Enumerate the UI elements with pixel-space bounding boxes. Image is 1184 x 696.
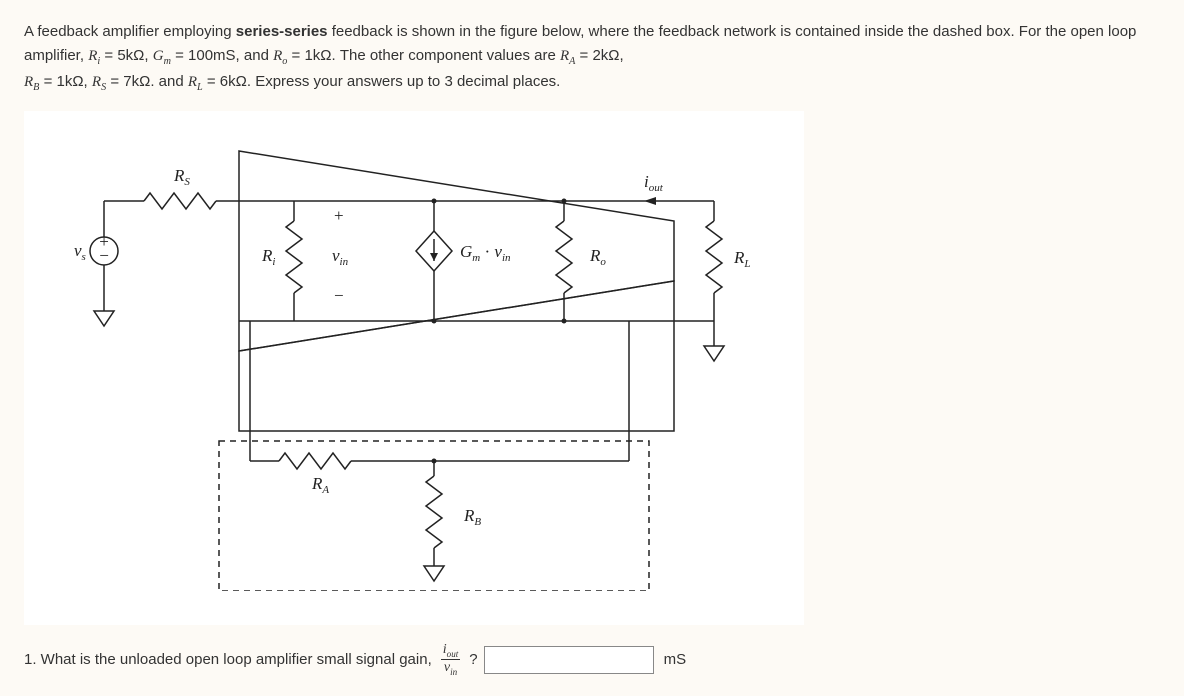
Gm-sym: G: [153, 48, 164, 64]
svg-text:RS: RS: [173, 166, 190, 188]
q1-text: 1. What is the unloaded open loop amplif…: [24, 651, 432, 668]
q1-qmark: ?: [469, 651, 477, 668]
RS-sym: R: [92, 74, 101, 90]
svg-text:−: −: [99, 246, 109, 265]
RB-sym: R: [24, 74, 33, 90]
Ro-sym: R: [273, 48, 282, 64]
svg-text:Ri: Ri: [261, 246, 275, 268]
svg-text:−: −: [334, 286, 344, 305]
svg-text:iout: iout: [644, 172, 664, 194]
circuit-figure: + − vs RS Ri + vin − Gm · vin: [24, 111, 804, 625]
svg-text:Gm · vin: Gm · vin: [460, 242, 511, 264]
svg-text:RB: RB: [463, 506, 481, 528]
q1-answer-input[interactable]: [484, 646, 654, 674]
Ri-sym: R: [88, 48, 97, 64]
RL-sym: R: [188, 74, 197, 90]
svg-text:+: +: [334, 206, 344, 225]
svg-text:vs: vs: [74, 241, 86, 263]
svg-text:vin: vin: [332, 246, 349, 268]
Gm-val: = 100mS, and: [171, 47, 273, 64]
svg-text:Ro: Ro: [589, 246, 606, 268]
svg-text:RA: RA: [311, 474, 329, 496]
svg-text:RL: RL: [733, 248, 751, 270]
q1-fraction: iout vin: [441, 643, 461, 677]
feedback-type: series-series: [236, 23, 328, 40]
intro-prefix: A feedback amplifier employing: [24, 23, 236, 40]
RB-val: = 1kΩ,: [39, 73, 92, 90]
circuit-svg: + − vs RS Ri + vin − Gm · vin: [34, 121, 774, 591]
Gm-sub: m: [164, 56, 171, 67]
question-1: 1. What is the unloaded open loop amplif…: [24, 643, 1160, 677]
problem-statement: A feedback amplifier employing series-se…: [24, 20, 1160, 97]
q1-unit: mS: [664, 651, 687, 668]
RL-val: = 6kΩ. Express your answers up to 3 deci…: [203, 73, 561, 90]
Ro-val: = 1kΩ. The other component values are: [287, 47, 560, 64]
RA-val: = 2kΩ,: [575, 47, 623, 64]
RS-val: = 7kΩ. and: [106, 73, 188, 90]
Ri-val: = 5kΩ,: [100, 47, 153, 64]
RA-sym: R: [560, 48, 569, 64]
